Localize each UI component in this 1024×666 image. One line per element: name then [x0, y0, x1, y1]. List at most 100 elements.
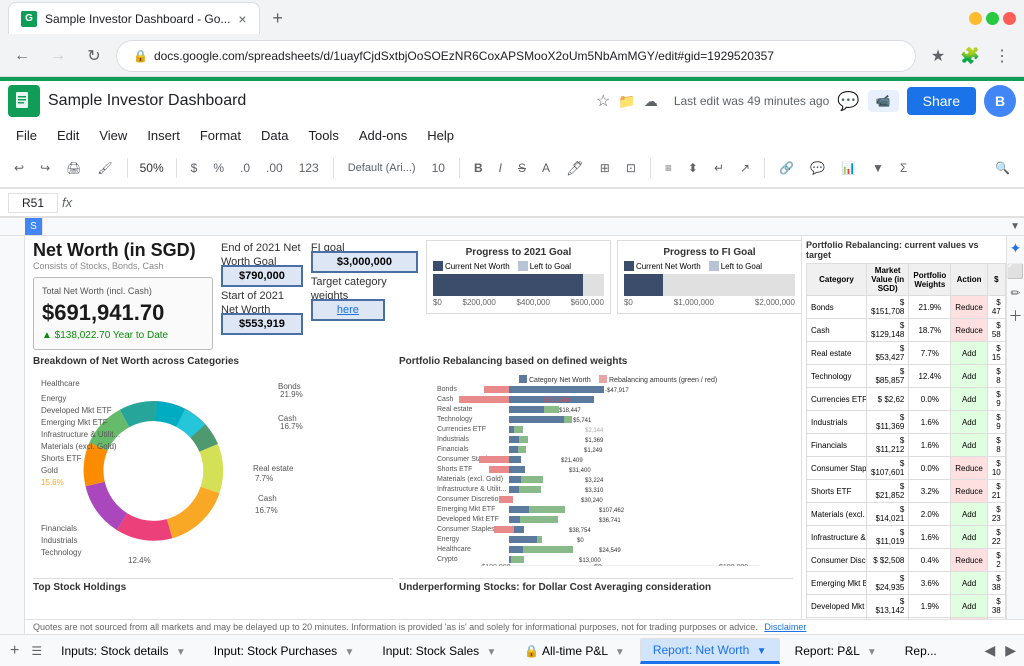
explore-icon[interactable]: ✦ [1010, 240, 1022, 257]
maximize-button[interactable] [986, 12, 999, 25]
menu-insert[interactable]: Insert [139, 124, 188, 147]
separator4 [459, 158, 460, 178]
function-button[interactable]: Σ [894, 157, 913, 179]
tab-rep[interactable]: Rep... [892, 639, 950, 663]
menu-tools[interactable]: Tools [300, 124, 346, 147]
refresh-button[interactable]: ↻ [80, 42, 108, 70]
format-icon[interactable]: ✏ [1010, 286, 1020, 300]
svg-text:$24,549: $24,549 [599, 548, 621, 554]
sheets-logo [8, 85, 40, 117]
rebal-action: Add [951, 572, 988, 595]
fi-left-dot [709, 261, 719, 271]
tab-stock-details[interactable]: Inputs: Stock details ▼ [48, 639, 199, 663]
cell-reference[interactable] [8, 193, 58, 213]
menu-format[interactable]: Format [192, 124, 249, 147]
prev-sheet-button[interactable]: ◀ [980, 642, 999, 659]
redo-button[interactable]: ↪ [34, 157, 56, 179]
currency-button[interactable]: $ [185, 157, 204, 179]
active-tab[interactable]: G Sample Investor Dashboard - Go... × [8, 2, 260, 34]
share-button[interactable]: Share [907, 87, 976, 115]
undo-button[interactable]: ↩ [8, 157, 30, 179]
font-size-selector[interactable]: 10 [426, 157, 451, 179]
text-wrap[interactable]: ↵ [708, 157, 730, 179]
forward-button[interactable]: → [44, 42, 72, 70]
comment-button[interactable]: 💬 [804, 157, 831, 179]
add-row-icon[interactable]: ＋ [1009, 306, 1023, 326]
percent-button[interactable]: % [207, 157, 230, 179]
svg-text:Industrials: Industrials [41, 536, 77, 545]
new-tab-button[interactable]: + [264, 4, 292, 32]
col-action: Action [951, 264, 988, 296]
comments-button[interactable]: 💬 [837, 91, 859, 112]
align-v[interactable]: ⬍ [682, 157, 704, 179]
font-selector[interactable]: Default (Ari...) [342, 158, 422, 178]
fi-left-label: Left to Goal [721, 262, 762, 271]
menu-button[interactable]: ⋮ [988, 42, 1016, 70]
notification-icon[interactable]: ⬜ [1007, 263, 1024, 280]
rebal-table-title: Portfolio Rebalancing: current values vs… [806, 240, 1002, 260]
filter-button[interactable]: ▼ [866, 157, 890, 179]
star-icon[interactable]: ☆ [596, 91, 610, 111]
menu-addons[interactable]: Add-ons [351, 124, 415, 147]
url-bar[interactable]: 🔒 docs.google.com/spreadsheets/d/1uayfCj… [116, 40, 916, 72]
rebal-val: $ $53,427 [867, 342, 909, 365]
next-sheet-button[interactable]: ▶ [1001, 642, 1020, 659]
sheet-list-button[interactable]: ☰ [27, 644, 46, 658]
extensions-button[interactable]: 🧩 [956, 42, 984, 70]
print-button[interactable]: 🖨 [60, 157, 87, 179]
more-formats[interactable]: 123 [293, 157, 325, 179]
borders-button[interactable]: ⊞ [594, 157, 616, 179]
zoom-selector[interactable]: 50% [136, 161, 168, 175]
italic-button[interactable]: I [493, 157, 508, 179]
link-button[interactable]: 🔗 [773, 157, 800, 179]
menu-data[interactable]: Data [253, 124, 296, 147]
rebal-mag: $ 58 [987, 319, 1005, 342]
svg-text:$21,409: $21,409 [561, 458, 583, 464]
chart-button[interactable]: 📊 [835, 157, 862, 179]
explore-button[interactable]: 🔍 [989, 157, 1016, 179]
target-weights-link[interactable]: here [311, 299, 385, 321]
tab-alltime-pl[interactable]: 🔒 All-time P&L ▼ [511, 639, 637, 663]
add-sheet-button[interactable]: + [4, 642, 25, 660]
meet-button[interactable]: 📹 [868, 90, 899, 112]
menu-file[interactable]: File [8, 124, 45, 147]
bookmark-button[interactable]: ★ [924, 42, 952, 70]
sheets-document-title[interactable]: Sample Investor Dashboard [48, 92, 588, 110]
tab-stock-sales[interactable]: Input: Stock Sales ▼ [369, 639, 509, 663]
back-button[interactable]: ← [8, 42, 36, 70]
tab-stock-sales-label: Input: Stock Sales [382, 644, 479, 658]
close-window-button[interactable] [1003, 12, 1016, 25]
tab-net-worth[interactable]: Report: Net Worth ▼ [640, 638, 780, 664]
merge-button[interactable]: ⊡ [620, 157, 642, 179]
minimize-button[interactable] [969, 12, 982, 25]
svg-text:Developed Mkt ETF: Developed Mkt ETF [437, 516, 499, 523]
menu-edit[interactable]: Edit [49, 124, 87, 147]
formula-input[interactable] [76, 196, 1016, 210]
svg-text:-$47,917: -$47,917 [605, 388, 629, 394]
progress-charts: Progress to 2021 Goal Current Net Worth … [426, 240, 801, 314]
strikethrough-button[interactable]: S [512, 157, 532, 179]
folder-icon[interactable]: 📁 [618, 93, 635, 110]
fx-icon: fx [62, 195, 72, 210]
tab-pl-report[interactable]: Report: P&L ▼ [782, 639, 890, 663]
paint-format-button[interactable]: 🖌 [91, 157, 118, 179]
tab-close-button[interactable]: × [238, 11, 246, 27]
menu-view[interactable]: View [91, 124, 135, 147]
decrease-decimal[interactable]: .0 [234, 157, 256, 179]
increase-decimal[interactable]: .00 [260, 157, 289, 179]
right-sidebar: ✦ ⬜ ✏ ＋ [1006, 236, 1024, 634]
browser-chrome: G Sample Investor Dashboard - Go... × + … [0, 0, 1024, 77]
text-rotate[interactable]: ↗ [734, 157, 756, 179]
net-worth-card-label: Total Net Worth (incl. Cash) [42, 286, 204, 296]
font-color-button[interactable]: A [536, 157, 556, 179]
bold-button[interactable]: B [468, 157, 489, 179]
highlight-button[interactable]: 🖊 [560, 156, 590, 181]
tab-stock-purchases[interactable]: Input: Stock Purchases ▼ [201, 639, 368, 663]
rebal-wt: 0.0% [909, 388, 951, 411]
menu-help[interactable]: Help [419, 124, 462, 147]
align-left[interactable]: ≡ [659, 157, 678, 179]
user-avatar[interactable]: B [984, 85, 1016, 117]
svg-text:Consumer Staples: Consumer Staples [437, 526, 495, 533]
disclaimer-link[interactable]: Disclaimer [764, 622, 806, 632]
left-to-goal-label: Left to Goal [530, 262, 571, 271]
